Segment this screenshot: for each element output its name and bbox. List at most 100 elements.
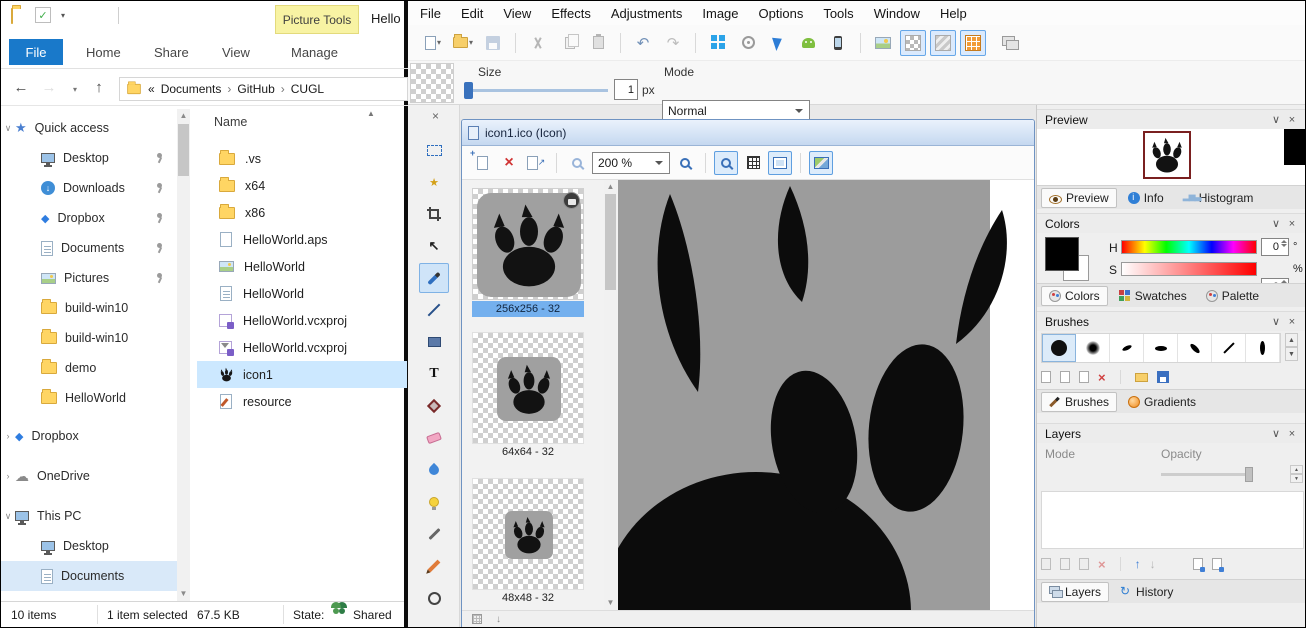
scroll-up-icon[interactable]: ▲: [604, 182, 617, 191]
menu-file[interactable]: File: [418, 3, 443, 24]
phone-test-button[interactable]: [825, 30, 851, 56]
sidebar-item-build-win10-2[interactable]: build-win10: [1, 323, 177, 353]
file-row[interactable]: HelloWorld.aps: [197, 226, 407, 253]
colors-panel-header[interactable]: Colors ∨ ×: [1037, 213, 1306, 233]
brush-shape-soft[interactable]: [1076, 334, 1110, 362]
brush-shape-diagonal-line[interactable]: [1212, 334, 1246, 362]
checker-background-button[interactable]: [900, 30, 926, 56]
scroll-down-icon[interactable]: ▼: [604, 598, 617, 607]
sidebar-item-this-pc[interactable]: ∨ This PC: [1, 501, 177, 531]
cursor-test-button[interactable]: [765, 30, 791, 56]
page-thumbnail-48[interactable]: [472, 478, 584, 590]
layers-panel-header[interactable]: Layers ∨ ×: [1037, 423, 1306, 443]
macos-test-button[interactable]: [735, 30, 761, 56]
cut-button[interactable]: [525, 30, 551, 56]
brush-shape-horizontal-oval[interactable]: [1144, 334, 1178, 362]
image-background-button[interactable]: [870, 30, 896, 56]
preview-panel-header[interactable]: Preview ∨ ×: [1037, 109, 1306, 129]
menu-image[interactable]: Image: [700, 3, 740, 24]
opacity-spinner[interactable]: ▲ ▼: [1290, 465, 1303, 483]
tab-palette[interactable]: Palette: [1198, 286, 1267, 306]
tool-fill[interactable]: [419, 391, 449, 421]
delete-brush-icon[interactable]: ×: [1098, 370, 1106, 385]
brush-spinner[interactable]: ▲ ▼: [1285, 333, 1298, 361]
page-label-48[interactable]: 48x48 - 32: [472, 591, 584, 606]
merge-layer-icon[interactable]: [1079, 558, 1089, 570]
save-brushes-icon[interactable]: [1157, 371, 1169, 383]
collapse-icon[interactable]: ∨: [1268, 315, 1284, 328]
column-header-name[interactable]: Name: [214, 115, 247, 129]
menu-help[interactable]: Help: [938, 3, 969, 24]
sidebar-item-documents-pc[interactable]: Documents: [1, 561, 177, 591]
address-bar[interactable]: « Documents › GitHub › CUGL: [119, 77, 408, 101]
sidebar-item-onedrive[interactable]: › ☁ OneDrive: [1, 461, 177, 491]
tab-histogram[interactable]: Histogram: [1175, 188, 1262, 208]
layers-button[interactable]: [996, 30, 1022, 56]
frame-toggle-button[interactable]: [768, 151, 792, 175]
tab-gradients[interactable]: Gradients: [1120, 392, 1204, 412]
file-row[interactable]: resource: [197, 388, 407, 415]
move-layer-down-icon[interactable]: ↓: [1150, 557, 1156, 571]
sidebar-item-quick-access[interactable]: ∨ ★ Quick access: [1, 113, 177, 143]
size-value-input[interactable]: 1: [614, 79, 638, 100]
file-row[interactable]: HelloWorld.vcxproj: [197, 334, 407, 361]
ribbon-file-tab[interactable]: File: [9, 39, 63, 65]
tab-colors[interactable]: Colors: [1041, 286, 1108, 306]
breadcrumb-crumb[interactable]: Documents: [161, 82, 222, 96]
copy-button[interactable]: [555, 30, 581, 56]
page-thumbnail-256[interactable]: [472, 188, 584, 300]
tool-line[interactable]: [419, 295, 449, 325]
qat-dropdown-icon[interactable]: ▾: [61, 11, 65, 20]
page-thumbnail-64[interactable]: [472, 332, 584, 444]
ribbon-tab-home[interactable]: Home: [86, 45, 121, 60]
ribbon-tab-manage[interactable]: Manage: [291, 45, 338, 60]
save-button[interactable]: [480, 30, 506, 56]
menu-effects[interactable]: Effects: [549, 3, 593, 24]
file-row[interactable]: HelloWorld: [197, 280, 407, 307]
tool-move[interactable]: ↖: [419, 231, 449, 261]
tool-color-picker[interactable]: [419, 519, 449, 549]
paste-button[interactable]: [585, 30, 611, 56]
sidebar-item-downloads[interactable]: ↓ Downloads: [1, 173, 177, 203]
ribbon-tab-share[interactable]: Share: [154, 45, 189, 60]
tool-text[interactable]: T: [419, 359, 449, 389]
load-brushes-icon[interactable]: [1135, 373, 1148, 382]
spinner-icon[interactable]: [1281, 240, 1287, 247]
breadcrumb-prefix[interactable]: «: [148, 82, 155, 96]
file-row[interactable]: x86: [197, 199, 407, 226]
scroll-down-icon[interactable]: ▼: [177, 589, 190, 598]
file-row[interactable]: HelloWorld: [197, 253, 407, 280]
size-slider-thumb[interactable]: [464, 82, 473, 99]
tab-preview[interactable]: Preview: [1041, 188, 1117, 208]
new-layer-icon[interactable]: [1041, 558, 1051, 570]
zoom-select[interactable]: 200 %: [592, 152, 670, 174]
duplicate-brush-icon[interactable]: [1060, 371, 1070, 383]
close-icon[interactable]: ×: [1284, 316, 1300, 328]
drawing-canvas[interactable]: [618, 180, 1034, 610]
sidebar-item-documents[interactable]: Documents: [1, 233, 177, 263]
menu-edit[interactable]: Edit: [459, 3, 485, 24]
brush-shape-vertical-oval[interactable]: [1246, 334, 1280, 362]
breadcrumb-crumb[interactable]: GitHub: [237, 82, 274, 96]
spinner-up-icon[interactable]: ▲: [1290, 465, 1303, 474]
tool-crop[interactable]: [419, 199, 449, 229]
undo-button[interactable]: ↶: [630, 30, 656, 56]
back-button[interactable]: ←: [9, 75, 33, 99]
zoom-in-button[interactable]: +: [673, 151, 697, 175]
sidebar-item-build-win10[interactable]: build-win10: [1, 293, 177, 323]
edit-brush-icon[interactable]: [1079, 371, 1089, 383]
menu-tools[interactable]: Tools: [821, 3, 855, 24]
menu-window[interactable]: Window: [872, 3, 922, 24]
preview-thumbnail[interactable]: [1143, 131, 1191, 179]
collapse-icon[interactable]: ∨: [1268, 427, 1284, 440]
tool-ellipse[interactable]: [419, 583, 449, 613]
expander-icon[interactable]: ›: [1, 431, 15, 441]
move-layer-up-icon[interactable]: ↑: [1135, 557, 1141, 571]
tab-swatches[interactable]: Swatches: [1111, 286, 1195, 306]
windows-test-button[interactable]: [705, 30, 731, 56]
file-row[interactable]: x64: [197, 172, 407, 199]
scroll-up-icon[interactable]: ▲: [177, 111, 190, 120]
sidebar-item-desktop[interactable]: Desktop: [1, 143, 177, 173]
test-image-button[interactable]: [809, 151, 833, 175]
grid-background-button[interactable]: [960, 30, 986, 56]
